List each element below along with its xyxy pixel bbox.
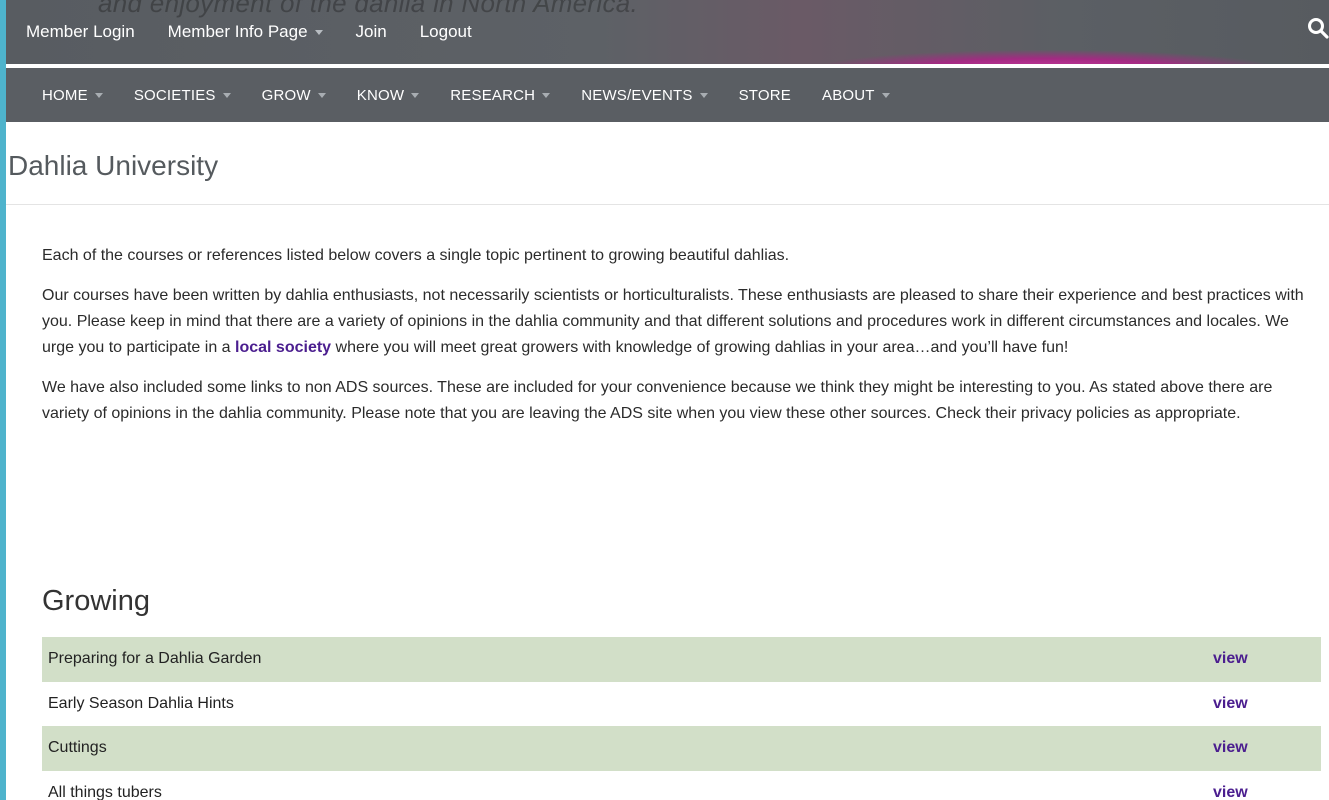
- nav-label: NEWS/EVENTS: [581, 86, 693, 104]
- page-frame: and enjoyment of the dahlia in North Ame…: [6, 0, 1329, 800]
- member-links: Member Login Member Info Page Join Logou…: [26, 22, 505, 42]
- local-society-link[interactable]: local society: [235, 339, 331, 356]
- view-link[interactable]: view: [1213, 695, 1248, 713]
- join-link[interactable]: Join: [356, 22, 387, 42]
- nav-item-societies[interactable]: SOCIETIES: [134, 87, 231, 104]
- nav-item-news-events[interactable]: NEWS/EVENTS: [581, 86, 708, 104]
- search-icon[interactable]: [1307, 17, 1329, 39]
- external-sources-paragraph: We have also included some links to non …: [42, 379, 1273, 422]
- header-flower-image: [816, 50, 1276, 64]
- chevron-down-icon: [222, 92, 231, 98]
- course-name: Preparing for a Dahlia Garden: [48, 650, 262, 668]
- nav-item-know[interactable]: KNOW: [356, 86, 420, 104]
- nav-item-home[interactable]: HOME: [42, 87, 103, 104]
- courses-paragraph: Our courses have been written by dahlia …: [42, 283, 1317, 361]
- chevron-down-icon: [542, 92, 551, 98]
- table-row: Preparing for a Dahlia Garden view: [42, 637, 1321, 682]
- top-utility-bar: and enjoyment of the dahlia in North Ame…: [6, 0, 1329, 64]
- chevron-down-icon: [94, 92, 103, 98]
- member-info-page-label: Member Info Page: [167, 22, 308, 41]
- chevron-down-icon: [699, 92, 708, 98]
- nav-label: KNOW: [356, 86, 405, 104]
- table-row: Early Season Dahlia Hints view: [42, 682, 1321, 727]
- member-login-label: Member Login: [26, 22, 135, 41]
- join-label: Join: [355, 22, 387, 41]
- chevron-down-icon: [317, 92, 326, 98]
- course-name: Cuttings: [48, 739, 107, 757]
- page-title: Dahlia University: [8, 150, 219, 181]
- nav-label: SOCIETIES: [133, 86, 216, 104]
- chevron-down-icon: [314, 29, 323, 35]
- courses-text-after: where you will meet great growers with k…: [331, 339, 1069, 356]
- course-name: Early Season Dahlia Hints: [48, 694, 234, 712]
- nav-item-research[interactable]: RESEARCH: [450, 86, 551, 104]
- chevron-down-icon: [411, 92, 420, 98]
- nav-item-about[interactable]: ABOUT: [822, 87, 890, 104]
- nav-label: HOME: [42, 86, 88, 104]
- view-link[interactable]: view: [1213, 739, 1248, 757]
- logout-link[interactable]: Logout: [420, 22, 472, 42]
- intro-content: Each of the courses or references listed…: [42, 243, 1317, 441]
- member-info-page-link[interactable]: Member Info Page: [168, 22, 323, 42]
- nav-label: ABOUT: [822, 86, 875, 104]
- table-row: Cuttings view: [42, 726, 1321, 771]
- course-name: All things tubers: [48, 783, 162, 800]
- title-divider: [6, 204, 1329, 205]
- table-row: All things tubers view: [42, 771, 1321, 800]
- growing-course-table: Preparing for a Dahlia Garden view Early…: [42, 637, 1321, 800]
- logout-label: Logout: [419, 22, 472, 41]
- chevron-down-icon: [881, 92, 890, 98]
- nav-item-grow[interactable]: GROW: [262, 87, 326, 104]
- header-tagline: and enjoyment of the dahlia in North Ame…: [98, 0, 639, 18]
- view-link[interactable]: view: [1213, 650, 1248, 668]
- member-login-link[interactable]: Member Login: [26, 22, 135, 42]
- intro-paragraph: Each of the courses or references listed…: [42, 247, 790, 264]
- nav-label: GROW: [261, 86, 311, 104]
- view-link[interactable]: view: [1213, 784, 1248, 800]
- nav-item-store[interactable]: STORE: [739, 87, 791, 104]
- main-navigation: HOME SOCIETIES GROW KNOW RESEARCH NEWS/E…: [6, 68, 1329, 122]
- growing-section-title: Growing: [42, 585, 150, 617]
- nav-label: RESEARCH: [450, 86, 536, 104]
- nav-label: STORE: [738, 86, 791, 104]
